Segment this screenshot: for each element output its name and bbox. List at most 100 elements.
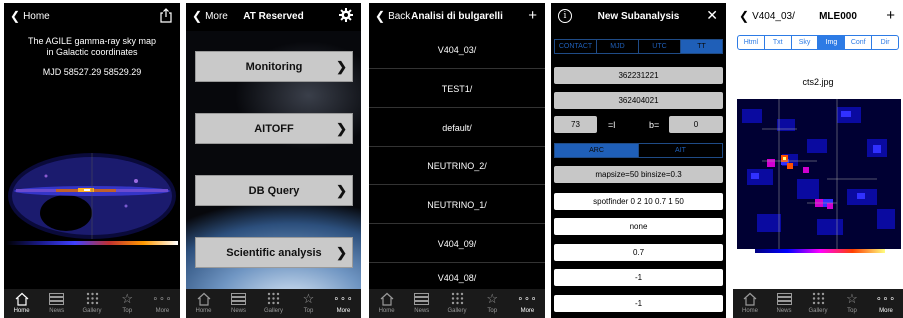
tab-label: More <box>155 308 170 314</box>
tab-gallery[interactable]: Gallery <box>256 289 291 318</box>
tab-more[interactable]: ∘∘∘ More <box>869 289 903 318</box>
list-item-label: default/ <box>442 122 472 133</box>
list-item-label: V404_08/ <box>437 273 477 283</box>
button-label: Monitoring <box>245 60 303 73</box>
segment-img[interactable]: Img <box>818 36 846 49</box>
projection-selector: ARC AIT <box>554 143 723 158</box>
star-icon: ☆ <box>486 291 499 306</box>
star-icon: ☆ <box>846 291 858 306</box>
tab-home[interactable]: Home <box>4 289 39 318</box>
tab-top[interactable]: ☆ Top <box>835 289 869 318</box>
spotfinder-field[interactable]: spotfinder 0 2 10 0.7 1 50 <box>554 193 723 210</box>
segment-utc[interactable]: UTC <box>639 40 681 53</box>
segment-contact[interactable]: CONTACT <box>555 40 597 53</box>
more-icon: ∘∘∘ <box>876 293 896 303</box>
tab-gallery[interactable]: Gallery <box>801 289 835 318</box>
chevron-right-icon: ❯ <box>336 121 347 136</box>
chevron-right-icon: ❯ <box>336 183 347 198</box>
list-item[interactable]: V404_03/ <box>369 31 545 69</box>
param-field[interactable]: none <box>554 218 723 235</box>
segment-sky[interactable]: Sky <box>792 36 819 49</box>
tab-label: Gallery <box>808 308 828 314</box>
segment-dir[interactable]: Dir <box>872 36 898 49</box>
segment-mjd[interactable]: MJD <box>597 40 639 53</box>
page-title: New Subanalysis <box>597 11 680 22</box>
analysis-result-screen: ❮ V404_03/ MLE000 + Html Txt Sky Img Con… <box>733 3 903 318</box>
add-button[interactable]: + <box>528 8 537 23</box>
tab-news[interactable]: News <box>39 289 74 318</box>
chevron-right-icon: ❯ <box>336 245 347 260</box>
share-button[interactable] <box>160 8 172 26</box>
segment-txt[interactable]: Txt <box>765 36 792 49</box>
tab-home[interactable]: Home <box>733 289 767 318</box>
tab-home[interactable]: Home <box>369 289 404 318</box>
settings-button[interactable] <box>339 8 353 25</box>
tab-label: Home <box>378 308 395 314</box>
gallery-icon <box>86 292 98 305</box>
b-field[interactable]: 0 <box>669 116 723 133</box>
aitoff-button[interactable]: AITOFF ❯ <box>195 113 353 144</box>
add-button[interactable]: + <box>886 8 895 23</box>
l-label: =l <box>608 120 616 130</box>
list-item-label: V404_09/ <box>437 238 477 249</box>
t-stop-field[interactable]: 362404021 <box>554 92 723 109</box>
tab-label: More <box>520 308 535 314</box>
tab-label: Top <box>122 308 133 314</box>
l-field[interactable]: 73 <box>554 116 597 133</box>
tab-more[interactable]: ∘∘∘ More <box>510 289 545 318</box>
tab-label: Top <box>487 308 498 314</box>
button-label: AITOFF <box>254 122 294 135</box>
segment-conf[interactable]: Conf <box>845 36 873 49</box>
tab-gallery[interactable]: Gallery <box>74 289 109 318</box>
param-field[interactable]: -1 <box>554 295 723 312</box>
list-item[interactable]: NEUTRINO_1/ <box>369 186 545 224</box>
home-icon <box>380 292 393 306</box>
param-field[interactable]: 0.7 <box>554 244 723 261</box>
map-title: The AGILE gamma-ray sky map in Galactic … <box>12 36 172 58</box>
tab-top[interactable]: ☆ Top <box>475 289 510 318</box>
list-item[interactable]: TEST1/ <box>369 70 545 108</box>
tab-label: Gallery <box>447 308 467 314</box>
more-icon: ∘∘∘ <box>152 293 173 303</box>
list-item-label: V404_03/ <box>437 44 477 55</box>
list-item[interactable]: NEUTRINO_2/ <box>369 147 545 185</box>
tab-label: News <box>776 308 792 314</box>
tab-news[interactable]: News <box>221 289 256 318</box>
page-title: Analisi di bulgarelli <box>411 11 503 22</box>
close-button[interactable]: ✕ <box>706 8 718 23</box>
segment-arc[interactable]: ARC <box>555 144 639 157</box>
scientific-analysis-button[interactable]: Scientific analysis ❯ <box>195 237 353 268</box>
map-params-field[interactable]: mapsize=50 binsize=0.3 <box>554 166 723 183</box>
back-button[interactable]: ❮ Home <box>10 10 50 22</box>
chevron-left-icon: ❮ <box>10 9 21 23</box>
db-query-button[interactable]: DB Query ❯ <box>195 175 353 206</box>
counts-map-image[interactable] <box>737 99 901 249</box>
tab-more[interactable]: ∘∘∘ More <box>326 289 361 318</box>
t-start-field[interactable]: 362231221 <box>554 67 723 84</box>
list-item[interactable]: default/ <box>369 109 545 147</box>
segment-tt[interactable]: TT <box>681 40 722 53</box>
tab-news[interactable]: News <box>767 289 801 318</box>
tab-label: More <box>336 308 351 314</box>
image-colorbar <box>755 249 885 253</box>
segment-html[interactable]: Html <box>738 36 765 49</box>
segment-ait[interactable]: AIT <box>639 144 722 157</box>
tab-bar: Home News Gallery ☆ Top ∘∘∘ More <box>369 289 545 318</box>
list-item[interactable]: V404_09/ <box>369 225 545 263</box>
home-icon <box>15 292 28 306</box>
chevron-left-icon: ❮ <box>739 9 750 23</box>
page-title: MLE000 <box>819 11 857 22</box>
tab-home[interactable]: Home <box>186 289 221 318</box>
gamma-ray-sky-map[interactable] <box>6 151 178 241</box>
tab-top[interactable]: ☆ Top <box>110 289 145 318</box>
tab-more[interactable]: ∘∘∘ More <box>145 289 180 318</box>
param-field[interactable]: -1 <box>554 269 723 286</box>
tab-label: More <box>879 308 893 314</box>
tab-label: Home <box>13 308 30 314</box>
tab-label: News <box>414 308 430 314</box>
tab-news[interactable]: News <box>404 289 439 318</box>
tab-top[interactable]: ☆ Top <box>291 289 326 318</box>
monitoring-button[interactable]: Monitoring ❯ <box>195 51 353 82</box>
tab-gallery[interactable]: Gallery <box>439 289 474 318</box>
new-subanalysis-screen: i New Subanalysis ✕ CONTACT MJD UTC TT 3… <box>551 3 726 318</box>
